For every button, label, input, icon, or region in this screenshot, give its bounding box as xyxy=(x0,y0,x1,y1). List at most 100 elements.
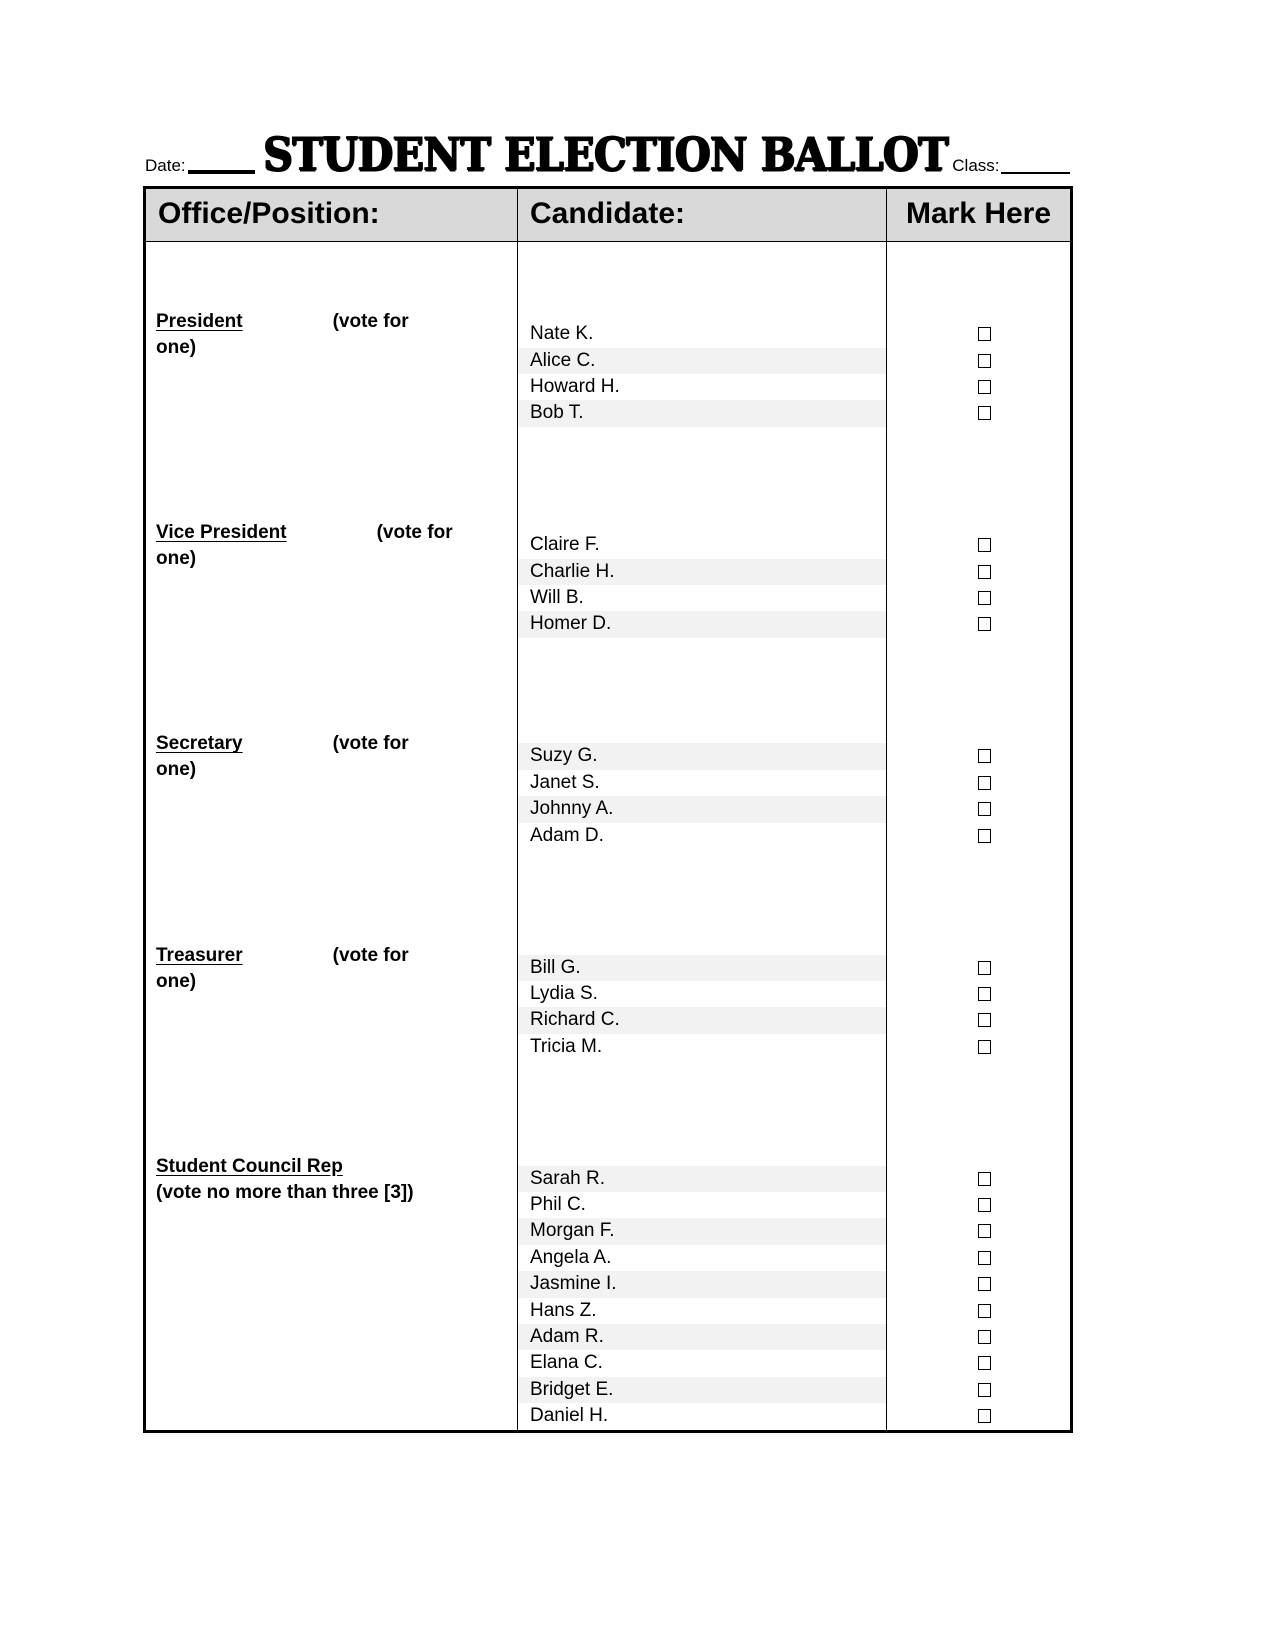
candidate-name: Daniel H. xyxy=(530,1405,609,1427)
vote-checkbox[interactable] xyxy=(978,1039,991,1054)
column-header-office: Office/Position: xyxy=(144,187,518,242)
mark-spacer xyxy=(887,268,1070,294)
mark-spacer xyxy=(887,717,1070,743)
candidate-spacer xyxy=(518,1139,886,1165)
mark-spacer xyxy=(887,849,1070,875)
vote-checkbox[interactable] xyxy=(978,1277,991,1292)
mark-spacer xyxy=(887,427,1070,453)
vote-checkbox[interactable] xyxy=(978,617,991,632)
vote-checkbox[interactable] xyxy=(978,1013,991,1028)
office-spacer xyxy=(146,849,517,943)
ballot-section-row: Secretary (vote for one) Suzy G. Janet S. Joh… xyxy=(144,637,1072,849)
vote-checkbox[interactable] xyxy=(978,960,991,975)
vote-checkbox[interactable] xyxy=(978,327,991,342)
candidate-spacer xyxy=(518,268,886,294)
column-header-candidate: Candidate: xyxy=(517,187,887,242)
mark-row xyxy=(887,611,1070,637)
candidate-name: Charlie H. xyxy=(518,558,886,586)
candidate-name: Jasmine I. xyxy=(518,1271,886,1298)
mark-row xyxy=(887,321,1070,347)
vote-checkbox[interactable] xyxy=(978,353,991,368)
office-spacer xyxy=(146,638,517,732)
candidate-name: Adam D. xyxy=(530,824,604,846)
vote-checkbox[interactable] xyxy=(978,775,991,790)
office-vote-note: (vote for xyxy=(376,522,453,544)
office-vote-note-line2: (vote no more than three [3]) xyxy=(156,1181,414,1203)
vote-checkbox[interactable] xyxy=(978,1303,991,1318)
office-spacer xyxy=(146,242,517,309)
candidate-spacer xyxy=(518,849,886,875)
candidate-name: Janet S. xyxy=(530,771,600,793)
office-spacer xyxy=(146,427,517,521)
vote-checkbox[interactable] xyxy=(978,749,991,764)
vote-checkbox[interactable] xyxy=(978,1356,991,1371)
candidate-name: Hans Z. xyxy=(530,1299,597,1321)
candidate-name: Homer D. xyxy=(518,611,886,638)
candidate-name: Angela A. xyxy=(530,1246,612,1268)
candidate-name: Tricia M. xyxy=(530,1035,603,1057)
mark-row xyxy=(887,1245,1070,1271)
office-label-block: President (vote for one) xyxy=(146,309,517,361)
candidate-spacer xyxy=(518,664,886,690)
vote-checkbox[interactable] xyxy=(978,564,991,579)
candidate-spacer xyxy=(518,1113,886,1139)
ballot-section-row: Student Council Rep (vote no more than th… xyxy=(144,1060,1072,1432)
candidate-cell: Bill G. Lydia S. Richard C. Tricia M. xyxy=(517,848,887,1061)
office-vote-note: (vote for xyxy=(332,733,409,755)
vote-checkbox[interactable] xyxy=(978,379,991,394)
mark-row xyxy=(887,1034,1070,1060)
mark-spacer xyxy=(887,902,1070,928)
office-title: Secretary xyxy=(156,733,243,755)
candidate-spacer xyxy=(518,242,886,268)
vote-checkbox[interactable] xyxy=(978,828,991,843)
mark-row xyxy=(887,1007,1070,1033)
vote-checkbox[interactable] xyxy=(978,1250,991,1265)
candidate-cell: Sarah R. Phil C. Morgan F. Angela A. Jasmine… xyxy=(517,1060,887,1432)
vote-checkbox[interactable] xyxy=(978,802,991,817)
mark-row xyxy=(887,585,1070,611)
office-vote-note-line2: one) xyxy=(156,759,197,781)
mark-spacer xyxy=(887,453,1070,479)
candidate-spacer xyxy=(518,902,886,928)
vote-checkbox[interactable] xyxy=(978,538,991,553)
vote-checkbox[interactable] xyxy=(978,1171,991,1186)
table-body: President (vote for one) Nate K. Alice C. How… xyxy=(144,241,1072,1432)
vote-checkbox[interactable] xyxy=(978,1409,991,1424)
vote-checkbox[interactable] xyxy=(978,1198,991,1213)
vote-checkbox[interactable] xyxy=(978,1330,991,1345)
mark-row xyxy=(887,1324,1070,1350)
candidate-name: Howard H. xyxy=(530,375,620,397)
candidate-spacer xyxy=(518,453,886,479)
candidate-spacer xyxy=(518,1087,886,1113)
candidate-name: Suzy G. xyxy=(518,743,886,770)
candidate-spacer xyxy=(518,638,886,664)
office-vote-note-line2: one) xyxy=(156,337,197,359)
mark-spacer xyxy=(887,295,1070,321)
vote-checkbox[interactable] xyxy=(978,1382,991,1397)
mark-row xyxy=(887,1192,1070,1218)
candidate-name: Will B. xyxy=(530,587,584,609)
office-cell: Student Council Rep (vote no more than th… xyxy=(144,1060,518,1432)
vote-checkbox[interactable] xyxy=(978,1224,991,1239)
candidate-name: Lydia S. xyxy=(530,982,598,1004)
candidate-name: Nate K. xyxy=(530,323,594,345)
office-label-block: Student Council Rep (vote no more than th… xyxy=(146,1154,517,1206)
mark-row xyxy=(887,1377,1070,1403)
mark-row xyxy=(887,559,1070,585)
vote-checkbox[interactable] xyxy=(978,591,991,606)
mark-row xyxy=(887,374,1070,400)
candidate-name: Sarah R. xyxy=(518,1165,886,1193)
date-input-line[interactable] xyxy=(187,170,256,174)
candidate-spacer xyxy=(518,717,886,743)
office-label-block: Vice President (vote for one) xyxy=(146,520,517,572)
candidate-name: Claire F. xyxy=(530,534,600,556)
candidate-spacer xyxy=(518,506,886,532)
table-header: Office/Position: Candidate: Mark Here xyxy=(144,187,1072,242)
mark-spacer xyxy=(887,1060,1070,1086)
vote-checkbox[interactable] xyxy=(978,406,991,421)
vote-checkbox[interactable] xyxy=(978,986,991,1001)
office-label-block: Secretary (vote for one) xyxy=(146,731,517,783)
candidate-spacer xyxy=(518,691,886,717)
class-label: Class: xyxy=(952,156,1000,175)
class-input-line[interactable] xyxy=(1000,172,1070,174)
